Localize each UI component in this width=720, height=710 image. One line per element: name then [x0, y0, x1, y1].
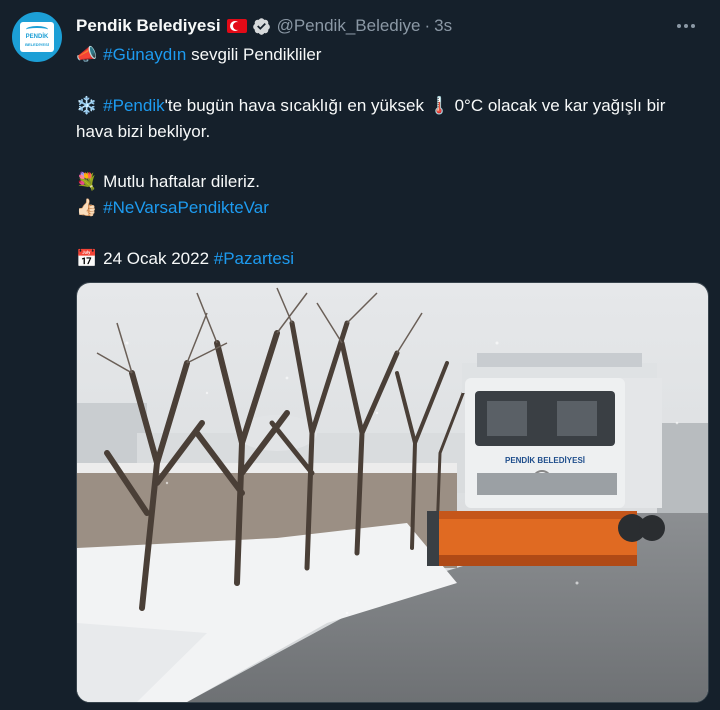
avatar-text-bottom: BELEDİYESİ: [25, 42, 49, 47]
tweet-line-1-text: sevgili Pendikliler: [186, 45, 322, 64]
tweet-date-text: 24 Ocak 2022: [103, 249, 214, 268]
tweet-line-3: 💐 Mutlu haftalar dileriz.: [76, 169, 706, 195]
avatar-text-top: PENDİK: [25, 34, 49, 40]
thermometer-icon: 🌡️: [428, 96, 450, 116]
more-options-icon[interactable]: [672, 14, 700, 38]
bouquet-icon: 💐: [76, 172, 98, 192]
hashtag-gunaydin[interactable]: #Günaydın: [103, 45, 186, 64]
tweet-time[interactable]: 3s: [434, 16, 452, 36]
megaphone-icon: 📣: [76, 45, 98, 65]
tweet-text: 📣 #Günaydın sevgili Pendikliler ❄️ #Pendik…: [76, 42, 706, 272]
tweet-line-1: 📣 #Günaydın sevgili Pendikliler: [76, 42, 706, 68]
hashtag-pendik[interactable]: #Pendik: [103, 96, 164, 115]
tweet-line-5: 📅 24 Ocak 2022 #Pazartesi: [76, 246, 706, 272]
tweet-photo[interactable]: PENDİK BELEDİYESİ: [76, 282, 709, 703]
avatar[interactable]: PENDİK BELEDİYESİ: [12, 12, 62, 62]
truck-label: PENDİK BELEDİYESİ: [505, 456, 585, 465]
account-name[interactable]: Pendik Belediyesi: [76, 16, 221, 36]
pendik-logo-icon: PENDİK BELEDİYESİ: [20, 22, 54, 52]
account-handle[interactable]: @Pendik_Belediye: [277, 16, 421, 36]
calendar-icon: 📅: [76, 249, 98, 269]
snow-plow-scene: PENDİK BELEDİYESİ: [77, 283, 708, 702]
verified-badge-icon: [252, 17, 271, 36]
hashtag-pazartesi[interactable]: #Pazartesi: [214, 249, 294, 268]
hashtag-nevarsapendiktevar[interactable]: #NeVarsaPendikteVar: [103, 198, 269, 217]
separator-dot: ·: [424, 16, 431, 35]
turkey-flag-icon: [226, 19, 247, 33]
tweet-header: Pendik Belediyesi @Pendik_Belediye · 3s: [76, 14, 706, 38]
thumbs-up-icon: 👍🏻: [76, 198, 98, 218]
snowflake-icon: ❄️: [76, 96, 98, 116]
tweet-line-4: 👍🏻 #NeVarsaPendikteVar: [76, 195, 706, 221]
tweet-line-2-text-a: 'te bugün hava sıcaklığı en yüksek: [164, 96, 429, 115]
tweet-line-3-text: Mutlu haftalar dileriz.: [103, 172, 261, 191]
tweet-line-2: ❄️ #Pendik'te bugün hava sıcaklığı en yük…: [76, 93, 706, 144]
